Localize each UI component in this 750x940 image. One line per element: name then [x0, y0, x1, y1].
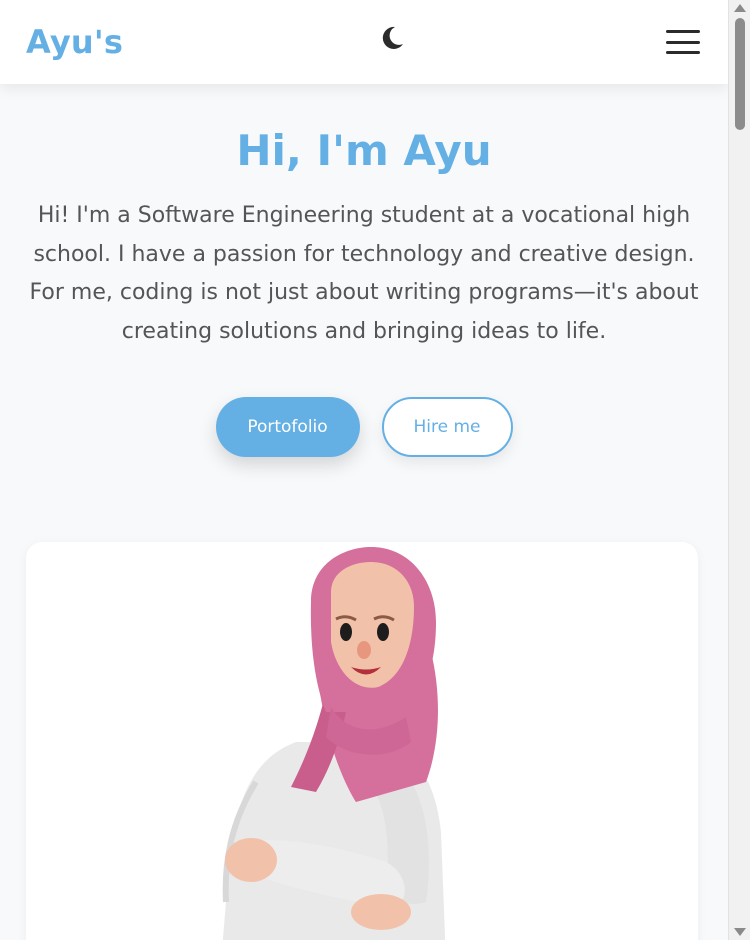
hero-section: Hi, I'm Ayu Hi! I'm a Software Engineeri… [0, 84, 728, 457]
scroll-down-arrow-icon[interactable] [734, 928, 746, 936]
scroll-thumb[interactable] [735, 18, 745, 130]
moon-icon[interactable] [378, 24, 406, 52]
navbar: Ayu's [0, 0, 728, 84]
hero-description: Hi! I'm a Software Engineering student a… [29, 203, 699, 344]
profile-image-card [26, 542, 698, 940]
menu-line [666, 40, 700, 44]
scroll-up-arrow-icon[interactable] [734, 4, 746, 12]
portfolio-button[interactable]: Portofolio [215, 397, 360, 457]
hero-title: Hi, I'm Ayu [236, 126, 492, 175]
hero-buttons: Portofolio Hire me [0, 397, 728, 457]
character-illustration [222, 547, 446, 940]
menu-line [666, 30, 700, 33]
page-viewport: Ayu's Hi, I'm Ayu Hi! I'm a Software Eng… [0, 0, 728, 940]
hire-me-button[interactable]: Hire me [381, 397, 513, 457]
hamburger-menu-icon[interactable] [666, 28, 700, 56]
menu-line [666, 51, 700, 54]
brand-logo[interactable]: Ayu's [26, 23, 123, 61]
vertical-scrollbar[interactable] [728, 0, 750, 940]
